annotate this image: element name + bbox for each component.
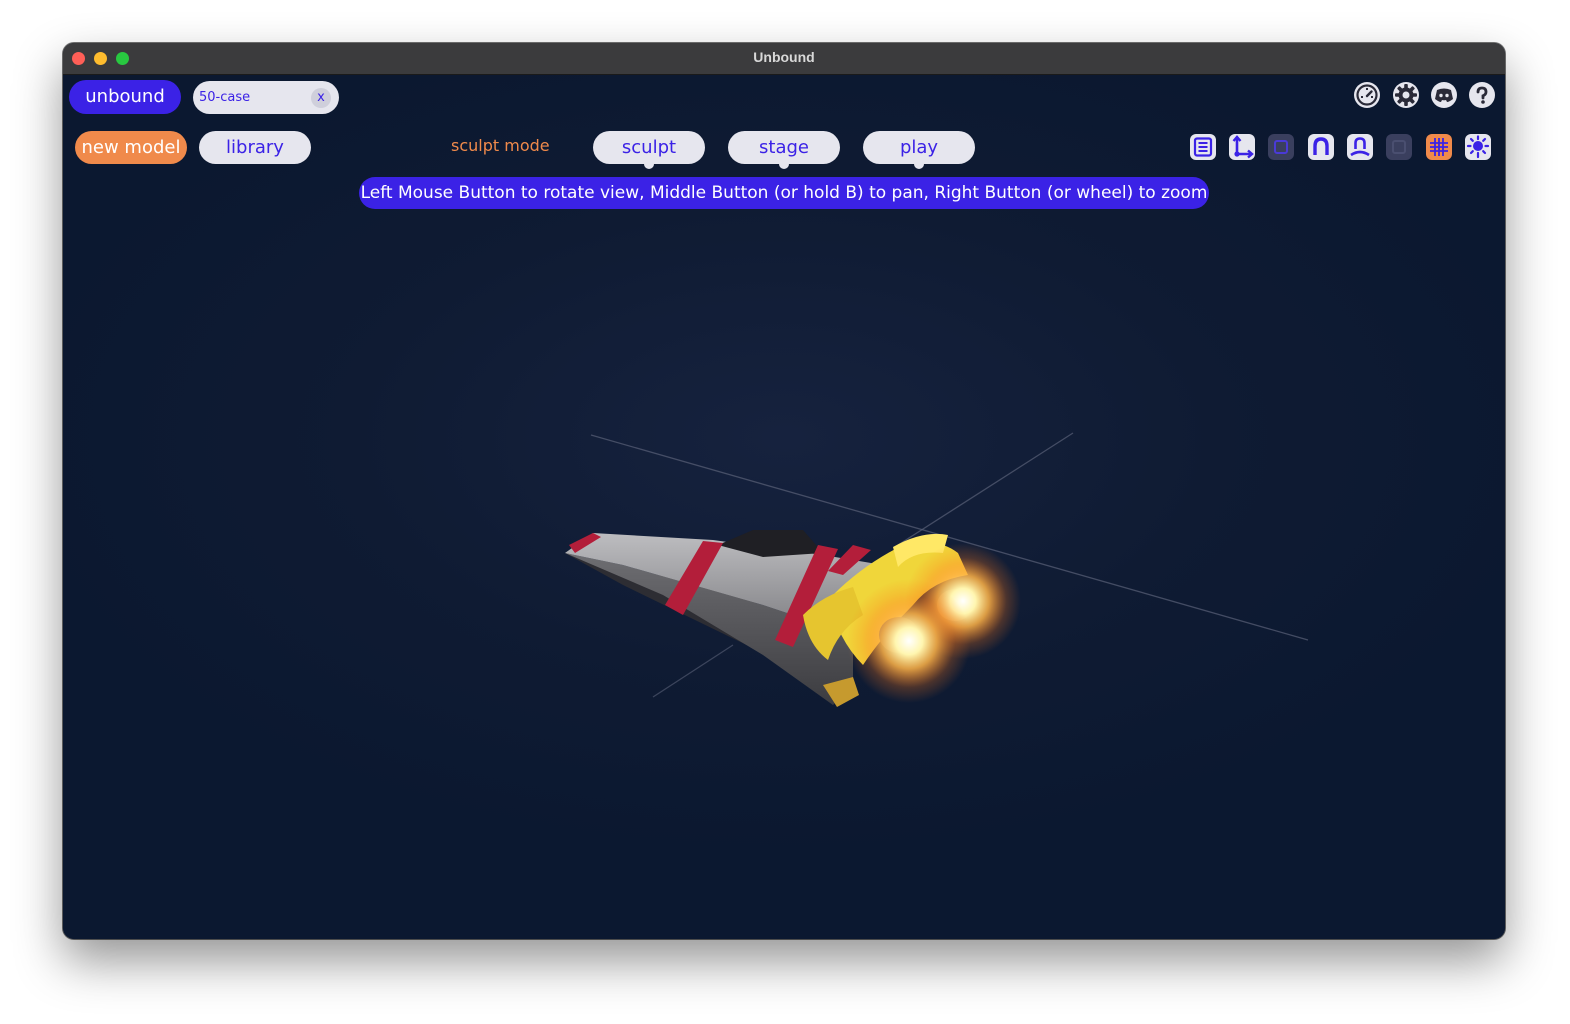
help-icon[interactable]	[1468, 81, 1496, 109]
engine-glow-lower	[847, 579, 971, 703]
gauge-icon[interactable]	[1353, 81, 1381, 109]
discord-icon[interactable]	[1430, 81, 1458, 109]
z-axis-line	[897, 432, 1074, 546]
magnet-icon[interactable]	[1307, 133, 1335, 161]
axis-icon[interactable]	[1228, 133, 1256, 161]
document-tab-close-button[interactable]: x	[311, 88, 331, 108]
document-tab-label: 50-case	[199, 90, 251, 105]
grid-icon[interactable]	[1425, 133, 1453, 161]
tab-play-indicator	[914, 159, 924, 169]
controls-hint-banner: Left Mouse Button to rotate view, Middle…	[359, 177, 1209, 209]
document-tab[interactable]: 50-case x	[193, 81, 339, 114]
tab-stage-label: stage	[759, 137, 809, 158]
pin-icon[interactable]	[1346, 133, 1374, 161]
tab-stage-indicator	[779, 159, 789, 169]
list-icon[interactable]	[1189, 133, 1217, 161]
z-axis-line-lower	[652, 644, 734, 698]
window-title: Unbound	[753, 49, 815, 65]
tab-play-label: play	[899, 137, 939, 158]
new-model-button[interactable]: new model	[75, 131, 187, 164]
tab-play[interactable]: play	[863, 131, 975, 169]
library-button[interactable]: library	[199, 131, 311, 164]
mode-label: sculpt mode	[451, 136, 550, 155]
box-outline-icon[interactable]	[1385, 133, 1413, 161]
light-icon[interactable]	[1464, 133, 1492, 161]
3d-viewport[interactable]: unbound 50-case x new model library scul…	[63, 75, 1505, 939]
tab-sculpt-label: sculpt	[621, 137, 677, 158]
app-window: Unbound unbound 50-case x new model libr…	[63, 43, 1505, 939]
brand-button[interactable]: unbound	[69, 80, 181, 114]
title-bar: Unbound	[63, 43, 1505, 75]
box-icon[interactable]	[1267, 133, 1295, 161]
gear-icon[interactable]	[1392, 81, 1420, 109]
tab-stage[interactable]: stage	[728, 131, 840, 169]
tab-sculpt[interactable]: sculpt	[593, 131, 705, 169]
tab-sculpt-indicator	[644, 159, 654, 169]
